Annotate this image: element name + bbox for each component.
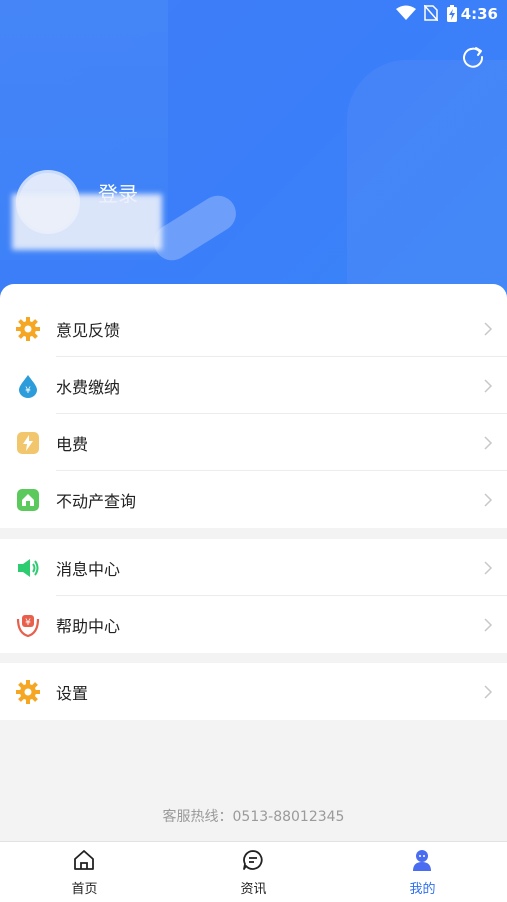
chevron-right-icon	[484, 378, 493, 393]
tab-label: 资讯	[240, 882, 267, 897]
profile-header: 4:36 登录	[0, 0, 507, 300]
bottom-tab-bar: 首页 资讯 我的	[0, 841, 507, 902]
menu-item-water-bill[interactable]: ¥ 水费缴纳	[0, 357, 507, 414]
svg-text:¥: ¥	[25, 386, 31, 396]
menu-item-settings[interactable]: 设置	[0, 663, 507, 720]
svg-text:¥: ¥	[25, 618, 31, 628]
gear-orange-icon	[16, 316, 40, 341]
profile-icon	[413, 850, 431, 871]
house-icon	[17, 488, 39, 511]
menu-group-support: 消息中心 ¥ 帮助中心	[0, 539, 507, 653]
blurred-user-info	[12, 194, 162, 250]
menu-label: 水费缴纳	[56, 377, 121, 397]
tab-news[interactable]: 资讯	[169, 842, 338, 902]
battery-charging-icon	[447, 5, 457, 22]
wifi-icon	[396, 5, 416, 20]
menu-item-feedback[interactable]: 意见反馈	[0, 300, 507, 357]
settings-gear-icon	[16, 679, 40, 704]
chat-icon	[243, 850, 263, 870]
menu-label: 意见反馈	[56, 320, 121, 340]
lightning-icon	[17, 431, 39, 454]
water-drop-yuan-icon: ¥	[19, 374, 37, 398]
menu-item-electricity[interactable]: 电费	[0, 414, 507, 471]
no-sim-icon	[424, 5, 438, 21]
chevron-right-icon	[484, 321, 493, 336]
menu-label: 设置	[56, 683, 89, 703]
card-top	[0, 284, 507, 304]
tab-label: 首页	[71, 882, 98, 897]
menu-item-help[interactable]: ¥ 帮助中心	[0, 596, 507, 653]
chevron-right-icon	[484, 492, 493, 507]
status-bar: 4:36	[0, 0, 507, 28]
menu-group-services: 意见反馈 ¥ 水费缴纳 电费 不动产查询	[0, 300, 507, 528]
menu-item-real-estate[interactable]: 不动产查询	[0, 471, 507, 528]
menu-label: 消息中心	[56, 559, 121, 579]
tab-profile[interactable]: 我的	[338, 842, 507, 902]
menu-item-messages[interactable]: 消息中心	[0, 539, 507, 596]
chevron-right-icon	[484, 684, 493, 699]
speaker-icon	[18, 558, 39, 577]
refresh-icon[interactable]	[460, 43, 486, 69]
help-yuan-icon: ¥	[16, 614, 40, 637]
tab-home[interactable]: 首页	[0, 842, 169, 902]
chevron-right-icon	[484, 560, 493, 575]
chevron-right-icon	[484, 435, 493, 450]
status-time: 4:36	[460, 5, 498, 23]
home-icon	[74, 850, 94, 870]
tab-label: 我的	[409, 882, 436, 897]
menu-label: 帮助中心	[56, 616, 121, 636]
chevron-right-icon	[484, 617, 493, 632]
customer-service-hotline[interactable]: 客服热线：0513-88012345	[0, 806, 507, 826]
menu-label: 电费	[56, 434, 89, 454]
menu-group-settings: 设置	[0, 663, 507, 720]
menu-label: 不动产查询	[56, 491, 137, 511]
header-decoration-shape	[347, 60, 507, 300]
